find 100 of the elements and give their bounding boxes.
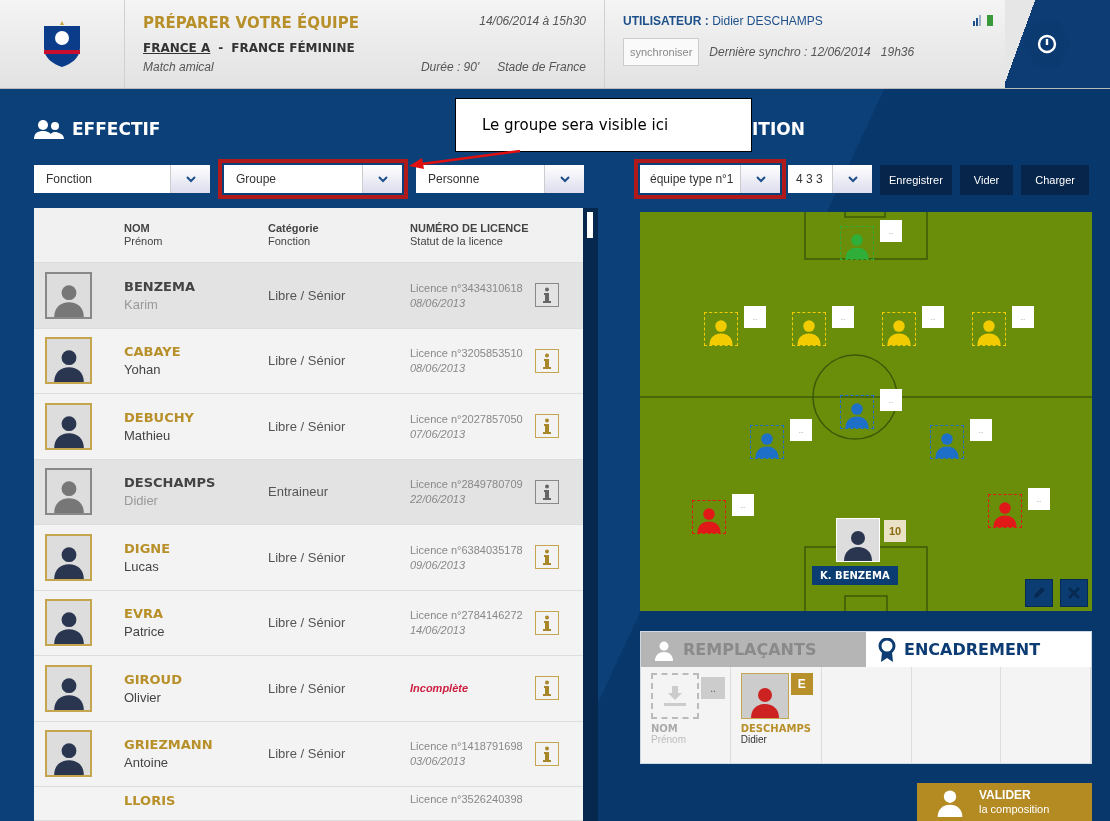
slot-label[interactable]: .. <box>880 389 902 411</box>
licence-status: Licence n°2784146272 <box>410 609 524 622</box>
player-name: K. BENZEMA <box>812 566 898 585</box>
chevron-down-icon <box>185 175 196 183</box>
last-name: BENZEMA <box>124 278 196 294</box>
staff-cell[interactable]: .. NOM Prénom <box>641 667 731 763</box>
download-icon <box>664 686 686 706</box>
info-icon <box>542 483 552 500</box>
category-text: Libre / Sénior <box>268 418 347 434</box>
page-title: PRÉPARER VOTRE ÉQUIPE <box>143 14 360 34</box>
last-sync-date: Dernière synchro : 12/06/2014 <box>709 45 871 59</box>
info-button[interactable] <box>535 414 559 439</box>
slot-label[interactable]: .. <box>701 677 725 699</box>
filter-dropdown[interactable]: Personne <box>416 165 584 193</box>
last-name: EVRA <box>124 606 164 622</box>
match-datetime: 14/06/2014 à 15h30 <box>479 14 586 30</box>
slot-label[interactable]: .. <box>1028 488 1050 510</box>
staff-cell[interactable]: E DESCHAMPS Didier <box>730 667 822 763</box>
slot-label[interactable]: .. <box>922 306 944 328</box>
first-name: Antoine <box>124 755 170 771</box>
info-button[interactable] <box>535 348 559 373</box>
info-button[interactable] <box>535 610 559 635</box>
panel-tab[interactable]: ENCADREMENT <box>866 632 1091 667</box>
licence-date: 03/06/2013 <box>410 755 467 768</box>
category-text: Libre / Sénior <box>268 615 347 631</box>
chevron-down-icon <box>755 175 766 183</box>
licence-status: Licence n°2849780709 <box>410 478 524 491</box>
licence-date: 08/06/2013 <box>410 362 467 375</box>
info-icon <box>542 287 552 304</box>
last-name: NOM <box>651 723 679 734</box>
people-icon <box>34 119 64 139</box>
filter-dropdown[interactable]: Fonction <box>34 165 210 193</box>
slot-label[interactable]: .. <box>880 220 902 242</box>
player-row[interactable]: BENZEMA Karim Libre / Sénior Licence n°3434310618 08/06/2013 <box>34 263 583 329</box>
close-button[interactable] <box>1060 579 1088 607</box>
column-header: Catégorie Fonction <box>268 222 320 248</box>
toolbar-button[interactable]: Charger <box>1021 165 1090 195</box>
category-text: Libre / Sénior <box>268 353 347 369</box>
sync-button[interactable]: synchroniser <box>623 38 700 66</box>
category-text: Libre / Sénior <box>268 287 347 303</box>
licence-date: 22/06/2013 <box>410 493 467 506</box>
info-icon <box>542 549 552 566</box>
filter-dropdown[interactable]: Groupe <box>218 159 408 199</box>
first-name: Didier <box>124 493 159 509</box>
photo-placeholder[interactable] <box>836 518 880 562</box>
crest-logo <box>41 20 83 68</box>
licence-date: 14/06/2013 <box>410 624 467 637</box>
category-text: Entraineur <box>268 484 329 500</box>
first-name: Didier <box>740 734 768 745</box>
opponent-name: FRANCE FÉMININE <box>231 41 355 55</box>
drop-zone[interactable] <box>651 673 699 719</box>
chevron-down-icon <box>559 175 570 183</box>
slot-label[interactable]: .. <box>832 306 854 328</box>
slot-label[interactable]: .. <box>970 419 992 441</box>
toolbar-button[interactable]: Enregistrer <box>880 165 952 195</box>
licence-date: 09/06/2013 <box>410 558 467 571</box>
edit-button[interactable] <box>1025 579 1053 607</box>
info-icon <box>542 614 552 631</box>
last-name: GIROUD <box>124 671 183 687</box>
power-icon <box>1037 34 1057 54</box>
first-name: Olivier <box>124 689 162 705</box>
info-button[interactable] <box>535 676 559 701</box>
info-button[interactable] <box>535 479 559 504</box>
slot-label[interactable]: .. <box>1012 306 1034 328</box>
scrollbar[interactable] <box>583 208 598 821</box>
category-text: Libre / Sénior <box>268 746 347 762</box>
toolbar-button[interactable]: Vider <box>959 165 1014 195</box>
first-name: Lucas <box>124 558 160 574</box>
ribbon-badge-icon <box>878 637 896 662</box>
licence-status: Licence n°1418791698 <box>410 740 524 753</box>
player-row[interactable]: DESCHAMPS Didier Entraineur Licence n°2849780709 22/06/2013 <box>34 459 583 525</box>
team-link[interactable]: FRANCE A <box>143 41 211 55</box>
first-name: Mathieu <box>124 427 172 443</box>
match-type: Match amical <box>143 60 215 76</box>
last-name: DIGNE <box>124 540 172 556</box>
licence-status: Incomplète <box>410 682 470 695</box>
category-text: Libre / Sénior <box>268 680 347 696</box>
jersey-number: 10 <box>884 520 906 542</box>
team-dropdown[interactable]: équipe type n°1 <box>634 159 786 199</box>
last-name: CABAYE <box>124 344 182 360</box>
slot-label[interactable]: .. <box>732 494 754 516</box>
licence-status: Licence n°3205853510 <box>410 347 524 360</box>
first-name: Karim <box>124 296 159 312</box>
info-button[interactable] <box>535 283 559 308</box>
info-icon <box>542 745 552 762</box>
slot-label[interactable]: .. <box>744 306 766 328</box>
signal-battery-icon <box>973 14 995 26</box>
separator-text: - <box>218 41 224 55</box>
category-text: Libre / Sénior <box>268 549 347 565</box>
info-button[interactable] <box>535 741 559 766</box>
info-icon <box>542 352 552 369</box>
formation-dropdown[interactable]: 4 3 3 <box>788 165 872 193</box>
slot-label[interactable]: .. <box>790 419 812 441</box>
column-header: NOM Prénom <box>124 222 164 248</box>
licence-status: Licence n°2027857050 <box>410 412 524 425</box>
info-icon <box>542 680 552 697</box>
info-button[interactable] <box>535 545 559 570</box>
licence-status: Licence n°3434310618 <box>410 281 524 294</box>
column-header: NUMÉRO DE LICENCE Statut de la licence <box>410 222 530 248</box>
chevron-down-icon <box>847 175 858 183</box>
